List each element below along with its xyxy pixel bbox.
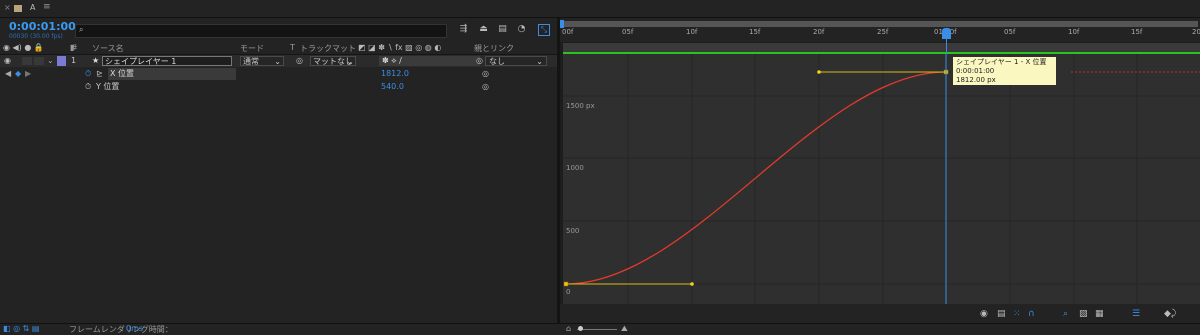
parent-pick-whip-icon[interactable]: ◎ (476, 55, 483, 67)
panel-divider[interactable] (557, 18, 560, 323)
render-options-icons[interactable]: ◧ ◎ ⇅ ▤ (3, 324, 39, 333)
property-value-y[interactable]: 540.0 (381, 81, 404, 93)
graph-svg (563, 54, 1200, 304)
current-time-display[interactable]: 0:00:01:00 (9, 20, 76, 33)
ruler-tick-label: 05f (1004, 28, 1016, 36)
layer-search-input[interactable]: ⌕ (75, 24, 447, 38)
close-tab-icon[interactable]: × (4, 3, 11, 12)
t-header: T (290, 43, 295, 52)
blend-mode-select[interactable]: 通常 ⌄ (240, 56, 284, 66)
layer-name-field[interactable]: シェイプレイヤー 1 (102, 56, 232, 66)
graph-editor-toolbar (560, 304, 1200, 323)
y-axis-label-0: 0 (566, 288, 571, 296)
av-switches-icon: ◉ ◀) ● 🔒 (3, 43, 44, 52)
graph-view-icon[interactable]: ▦ (1095, 309, 1104, 319)
status-bar: ◧ ◎ ⇅ ▤ フレームレンダリング時間： 0ms ⌂ ⛰ (0, 323, 1200, 335)
stopwatch-icon[interactable]: ⏱ (85, 68, 91, 80)
comp-flowchart-icon[interactable]: ⇶ (458, 24, 469, 35)
mode-header[interactable]: モード (240, 43, 264, 54)
keyframe-tooltip: シェイプレイヤー 1 - X 位置 0:00:01:00 1812.00 px (953, 57, 1056, 85)
keyframe-diamond-icon[interactable]: ◆ (15, 68, 21, 80)
comp-tab-name[interactable]: A (30, 3, 35, 12)
stopwatch-icon[interactable]: ⏱ (85, 81, 91, 93)
layer-switches[interactable]: ✽ ⟡ ∕ (379, 56, 480, 66)
tooltip-value: 1812.00 px (956, 76, 996, 84)
next-keyframe-icon[interactable]: ▶ (25, 68, 31, 80)
panel-menu-icon[interactable]: ≡ (43, 2, 51, 12)
property-row-x[interactable] (0, 68, 557, 80)
fit-selection-icon[interactable]: ⌕ (1063, 309, 1068, 319)
ruler-tick-label: 15f (749, 28, 761, 36)
ruler-tick-label: 20f (813, 28, 825, 36)
zoom-slider[interactable] (577, 329, 617, 330)
parent-value: なし (489, 57, 505, 66)
eye-icon[interactable]: ◉ (980, 309, 988, 319)
zoom-in-icon[interactable]: ⛰ (621, 324, 628, 334)
ruler-tick-label: 00f (562, 28, 574, 36)
property-name-x: X 位置 (110, 69, 135, 78)
expression-pick-whip-icon[interactable]: ◎ (482, 68, 489, 80)
search-icon: ⌕ (79, 25, 84, 34)
property-row-y[interactable] (0, 81, 557, 93)
y-axis-label-500: 500 (566, 227, 580, 235)
graph-editor[interactable]: 1500 px 1000 500 0 (563, 54, 1200, 304)
snapping-icon[interactable]: ∩ (1028, 309, 1035, 319)
layer-duration-bar[interactable] (563, 43, 1200, 54)
ruler-tick-label: 10f (686, 28, 698, 36)
property-name-y: Y 位置 (96, 82, 120, 91)
track-matte-select[interactable]: マットなし ⌄ (310, 56, 356, 66)
parent-select[interactable]: なし ⌄ (485, 56, 547, 66)
expression-pick-whip-icon[interactable]: ◎ (482, 81, 489, 93)
motion-blur-icon[interactable]: ◔ (516, 24, 527, 35)
shy-icon[interactable]: ⏏ (478, 24, 489, 35)
frame-blend-icon[interactable]: ▤ (497, 24, 508, 35)
ruler-tick-label: 25f (877, 28, 889, 36)
switches-header-icons: ◩ ◪ ✽ ∖ fx ▨ ◎ ◍ ◐ (358, 43, 442, 52)
property-value-x[interactable]: 1812.0 (381, 68, 409, 80)
chevron-down-icon[interactable]: ⌄ (47, 55, 54, 67)
visibility-eye-icon[interactable]: ◉ (4, 55, 11, 67)
layer-index: 1 (71, 56, 77, 65)
graph-editor-icon[interactable]: ⤡ (538, 24, 550, 36)
ruler-tick-label: 15f (1131, 28, 1143, 36)
panel-tab-bar: × A ≡ (0, 0, 1200, 18)
tooltip-title: シェイプレイヤー 1 - X 位置 (956, 58, 1047, 66)
frame-render-time-value: 0ms (126, 324, 144, 333)
ruler-tick-label: 10f (1068, 28, 1080, 36)
keyframe-convert-icon[interactable]: ◆⤸ (1164, 309, 1176, 319)
num-column-header: # (71, 43, 78, 52)
frame-rate-display: 00030 (30.00 fps) (9, 33, 63, 40)
separate-dimensions-icon[interactable]: ☰ (1132, 309, 1140, 319)
solo-toggle[interactable] (34, 57, 44, 65)
trackmatte-header[interactable]: トラックマット (300, 43, 356, 54)
ruler-ticks: 00f05f10f15f20f25f01:00f05f10f15f20f (560, 28, 1200, 42)
work-area-bar[interactable] (562, 21, 1198, 27)
tooltip-time: 0:00:01:00 (956, 67, 995, 75)
source-name-header[interactable]: ソース名 (92, 43, 124, 54)
prev-keyframe-icon[interactable]: ◀ (5, 68, 11, 80)
frame-render-time-label: フレームレンダリング時間： (69, 325, 173, 334)
transform-box-icon[interactable]: ⁙ (1013, 309, 1021, 319)
playhead-line (946, 39, 947, 54)
ruler-tick-label: 05f (622, 28, 634, 36)
graph-options-icon[interactable]: ▤ (997, 309, 1006, 319)
shape-layer-star-icon: ★ (92, 56, 100, 65)
work-area-start-handle[interactable] (560, 20, 564, 28)
graph-include-icon[interactable]: ⊵ (96, 68, 103, 80)
y-axis-label-1500: 1500 px (566, 102, 595, 110)
zoom-out-icon[interactable]: ⌂ (566, 324, 571, 333)
layer-label-color[interactable] (57, 56, 66, 66)
y-axis-label-1000: 1000 (566, 164, 584, 172)
parent-header[interactable]: 親とリンク (474, 43, 514, 54)
zoom-slider-handle[interactable] (578, 326, 583, 331)
blend-mode-value: 通常 (243, 57, 259, 66)
comp-color-icon (14, 5, 22, 12)
fit-all-icon[interactable]: ▧ (1079, 309, 1088, 319)
collapse-switch-icon[interactable]: ✽ ⟡ ∕ (382, 56, 402, 66)
track-matte-pick-whip-icon[interactable]: ◎ (296, 55, 303, 67)
ruler-tick-label: 20f (1192, 28, 1200, 36)
playhead-marker[interactable] (942, 28, 951, 39)
audio-toggle[interactable] (22, 57, 32, 65)
